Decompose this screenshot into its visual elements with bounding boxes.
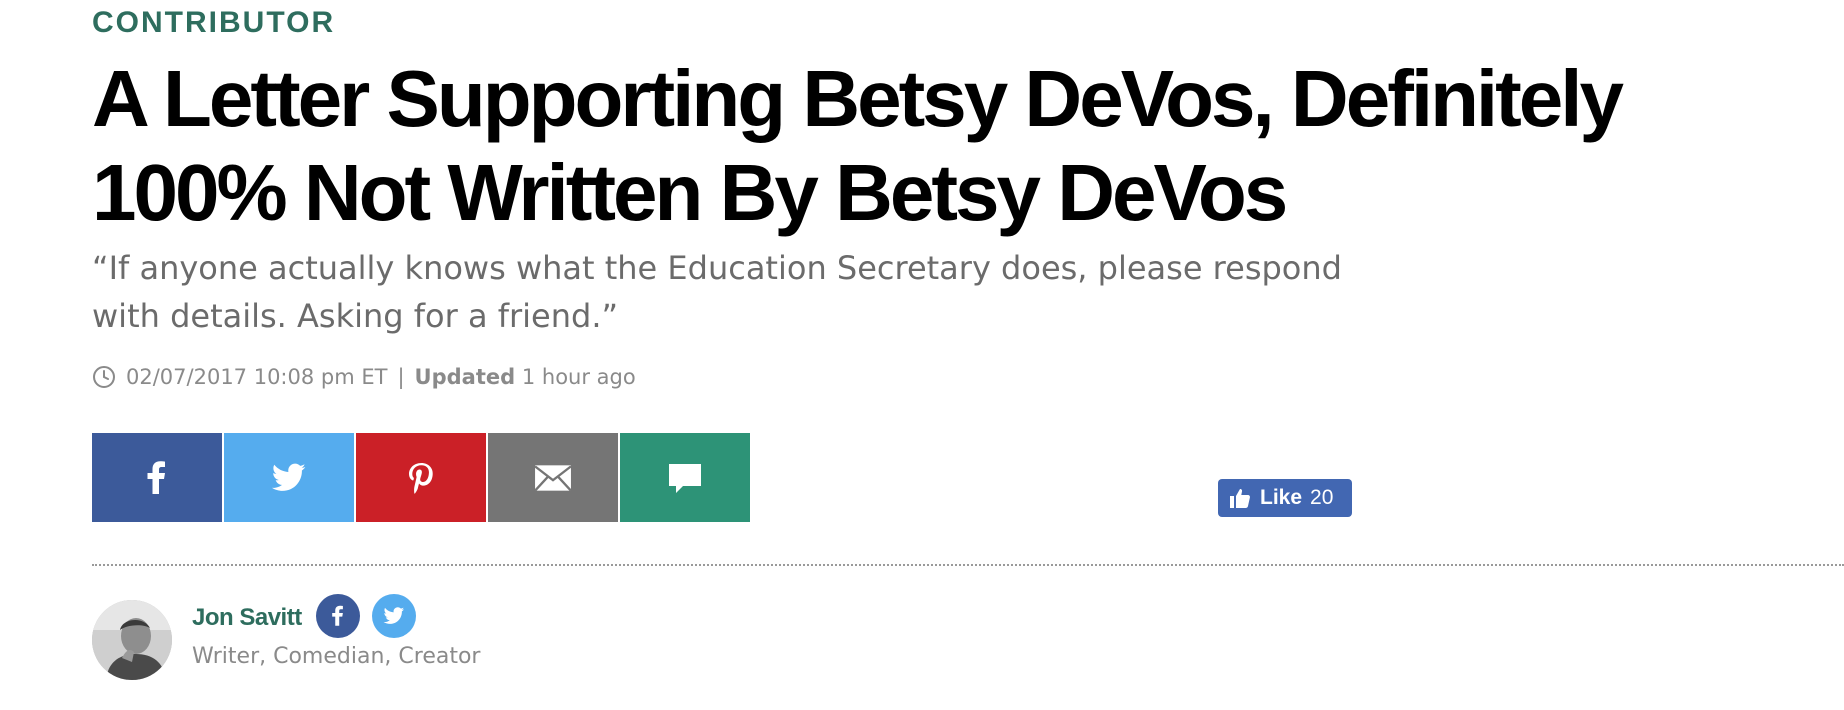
avatar-photo <box>92 600 172 680</box>
share-email-button[interactable] <box>488 433 618 522</box>
like-count: 20 <box>1310 486 1334 509</box>
share-comment-button[interactable] <box>620 433 750 522</box>
twitter-icon <box>271 463 306 491</box>
thumbs-up-icon <box>1230 489 1250 508</box>
clock-icon <box>92 365 116 389</box>
author-avatar[interactable] <box>92 600 172 680</box>
updated-info: Updated 1 hour ago <box>415 365 636 389</box>
article-dek: “If anyone actually knows what the Educa… <box>92 249 1342 335</box>
section-divider <box>92 564 1844 566</box>
published-date: 02/07/2017 10:08 pm ET <box>126 365 388 389</box>
article-timestamp: 02/07/2017 10:08 pm ET | Updated 1 hour … <box>92 362 636 392</box>
share-pinterest-button[interactable] <box>356 433 486 522</box>
twitter-icon <box>383 607 405 624</box>
share-facebook-button[interactable] <box>92 433 222 522</box>
author-twitter-button[interactable] <box>372 594 416 638</box>
facebook-like-button[interactable]: Like 20 <box>1218 479 1352 517</box>
author-facebook-button[interactable] <box>316 594 360 638</box>
pinterest-icon <box>409 462 433 494</box>
author-name[interactable]: Jon Savitt <box>192 604 302 632</box>
share-twitter-button[interactable] <box>224 433 354 522</box>
timestamp-separator: | <box>397 365 405 389</box>
updated-label: Updated <box>414 365 516 389</box>
email-icon <box>534 464 572 491</box>
facebook-icon <box>147 460 165 494</box>
share-bar <box>92 433 750 522</box>
updated-value: 1 hour ago <box>521 365 636 389</box>
comment-icon <box>669 463 701 493</box>
section-kicker[interactable]: CONTRIBUTOR <box>92 6 335 40</box>
author-bio: Writer, Comedian, Creator <box>192 644 481 669</box>
article-headline: A Letter Supporting Betsy DeVos, Definit… <box>92 54 1624 237</box>
like-label: Like <box>1260 486 1303 509</box>
facebook-icon <box>332 605 343 626</box>
